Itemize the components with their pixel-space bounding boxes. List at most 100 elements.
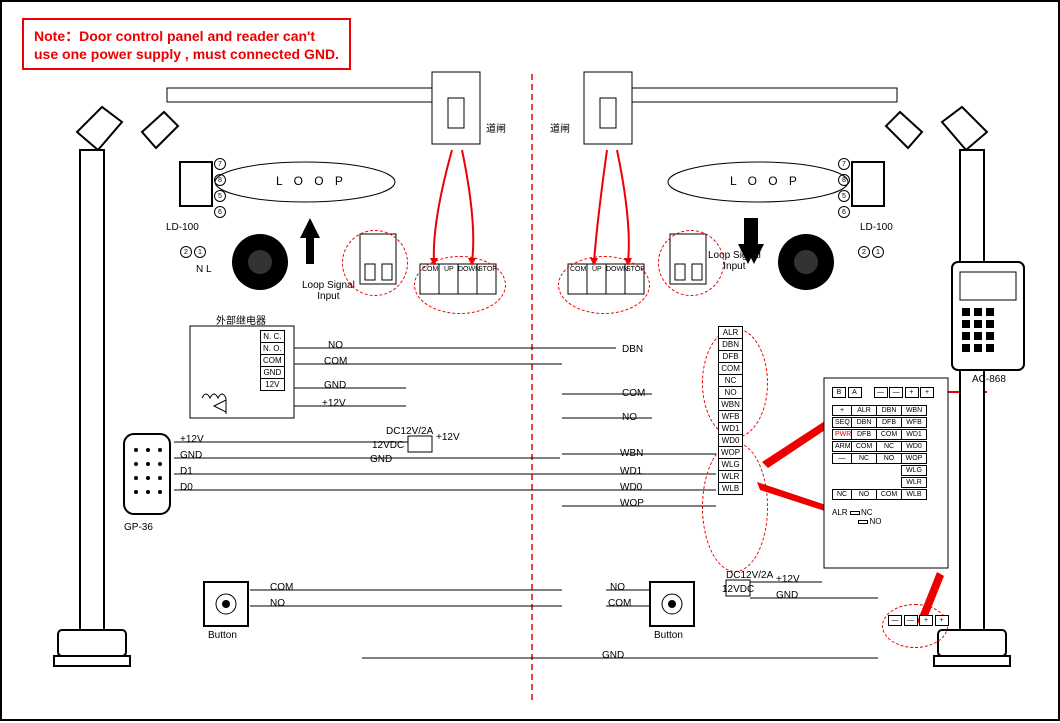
wb-com: COM [622, 388, 645, 399]
p1-2: — [874, 387, 888, 398]
p2c1: DFB [851, 429, 877, 440]
gtl-com: COM [422, 266, 438, 273]
wb-no: NO [622, 412, 637, 423]
highlight-circle-icon [558, 256, 650, 314]
wb-wop: WOP [620, 498, 644, 509]
pin-8r: 8 [838, 174, 850, 186]
p2b3: WFB [901, 417, 927, 428]
p2b1: DBN [851, 417, 877, 428]
ac868-label: AC-868 [972, 374, 1006, 385]
p2e3: WOP [901, 453, 927, 464]
wire-no: NO [328, 340, 343, 351]
psu-top-l: DC12V/2A [386, 426, 433, 437]
ld100-left: LD-100 [166, 222, 199, 233]
psu-top-r: DC12V/2A [726, 570, 773, 581]
note-box: Note：Door control panel and reader can't… [22, 18, 351, 70]
p2e1: NC [851, 453, 877, 464]
power-strip: — — + + [888, 614, 948, 626]
ps1: — [904, 615, 918, 626]
gp36-w3: D0 [180, 482, 193, 493]
gate-label-left: 道闸 [486, 120, 506, 135]
p2c2: COM [876, 429, 902, 440]
p2b2: DFB [876, 417, 902, 428]
gtr-up: UP [592, 266, 602, 273]
loop-label-right: L O O P [730, 174, 801, 188]
p2c0: PWR [832, 429, 852, 440]
relay-title: 外部继电器 [216, 312, 266, 327]
button-label-l: Button [208, 630, 237, 641]
p1-5: + [920, 387, 934, 398]
gtl-stop: STOP [478, 266, 497, 273]
pin-2l: 2 [180, 246, 192, 258]
p1-3: — [889, 387, 903, 398]
p2d3: WD0 [901, 441, 927, 452]
p2b0: SEQ [832, 417, 852, 428]
loop-signal-left: Loop Signal Input [302, 280, 355, 302]
gate-label-right: 道闸 [550, 120, 570, 135]
wb-wd1: WD1 [620, 466, 642, 477]
p1-1: A [848, 387, 862, 398]
gtr-stop: STOP [626, 266, 645, 273]
p2e0: — [832, 453, 852, 464]
p1-4: + [905, 387, 919, 398]
p2d2: NC [876, 441, 902, 452]
terminal-block-a: ALR DBN DFB COM NC NO WBN WFB WD1 WD0 WO… [718, 326, 743, 494]
relay-pins: N. C. N. O. COM GND 12V [260, 330, 285, 390]
p2a0: + [832, 405, 852, 416]
highlight-circle-icon [658, 230, 724, 296]
p2h1: NO [851, 489, 877, 500]
psu-mid-r: 12VDC [722, 584, 754, 595]
pin-1r: 1 [872, 246, 884, 258]
button-label-r: Button [654, 630, 683, 641]
highlight-circle-icon [414, 256, 506, 314]
p2f3: WLG [901, 465, 927, 476]
psu-mid-l: 12VDC [372, 440, 404, 451]
highlight-circle-icon [342, 230, 408, 296]
highlight-circle-icon [882, 604, 948, 648]
pin-6r: 6 [838, 206, 850, 218]
btn-no-l: NO [270, 598, 285, 609]
p2a2: DBN [876, 405, 902, 416]
pin-6l: 6 [214, 206, 226, 218]
p2h3: WLB [901, 489, 927, 500]
wire-com: COM [324, 356, 347, 367]
wb-wd0: WD0 [620, 482, 642, 493]
pin-1l: 1 [194, 246, 206, 258]
pin-7r: 7 [838, 158, 850, 170]
gtr-com: COM [570, 266, 586, 273]
gp36-w0: +12V [180, 434, 204, 445]
gp36-w1: GND [180, 450, 202, 461]
pin-2r: 2 [858, 246, 870, 258]
gp36-w2: D1 [180, 466, 193, 477]
alr-label: ALR [832, 508, 848, 517]
ps3: + [935, 615, 949, 626]
p2a3: WBN [901, 405, 927, 416]
p2g3: WLR [901, 477, 927, 488]
p2d0: ARM [832, 441, 852, 452]
p2h2: COM [876, 489, 902, 500]
relay-pin-12v: 12V [260, 378, 285, 391]
p2h0: NC [832, 489, 852, 500]
p2e2: NO [876, 453, 902, 464]
psu-12v-l: +12V [436, 432, 460, 443]
pin-5l: 5 [214, 190, 226, 202]
btn-com-l: COM [270, 582, 293, 593]
alr-nc: NC [861, 508, 873, 517]
ld100-right: LD-100 [860, 222, 893, 233]
psu-12v-r: +12V [776, 574, 800, 585]
wire-gnd: GND [324, 380, 346, 391]
pin-8l: 8 [214, 174, 226, 186]
gtl-down: DOWN [458, 266, 480, 273]
psu-gnd-r: GND [776, 590, 798, 601]
wire-12v: +12V [322, 398, 346, 409]
ta-13: WLB [718, 482, 743, 495]
p2a1: ALR [851, 405, 877, 416]
p2d1: COM [851, 441, 877, 452]
loop-label-left: L O O P [276, 174, 347, 188]
gtl-up: UP [444, 266, 454, 273]
alr-no: NO [869, 517, 881, 526]
gtr-down: DOWN [606, 266, 628, 273]
pin-5r: 5 [838, 190, 850, 202]
ps0: — [888, 615, 902, 626]
bottom-gnd: GND [602, 650, 624, 661]
